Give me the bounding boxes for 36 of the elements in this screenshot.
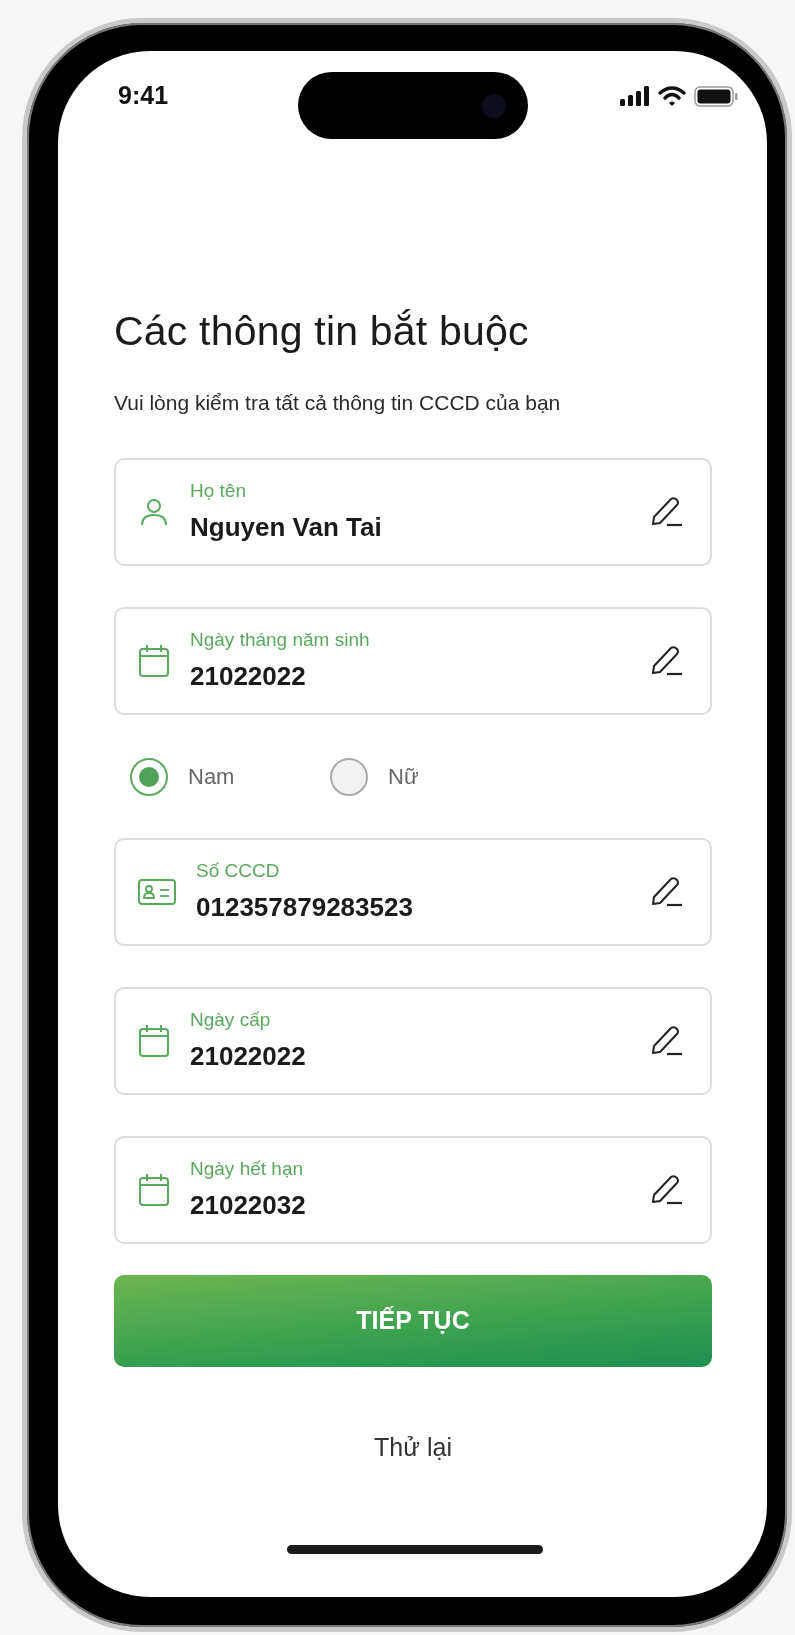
calendar-icon: [138, 644, 170, 678]
edit-icon[interactable]: [650, 645, 684, 677]
info-field[interactable]: Ngày tháng năm sinh 21022022: [114, 607, 712, 715]
field-label: Ngày tháng năm sinh: [190, 628, 370, 653]
retry-link[interactable]: Thử lại: [364, 1425, 462, 1471]
field-value: 21022022: [190, 1039, 306, 1073]
battery-icon: [694, 85, 738, 107]
field-value: 012357879283523: [196, 890, 413, 924]
page-title: Các thông tin bắt buộc: [114, 307, 530, 356]
radio-button[interactable]: [330, 757, 368, 796]
field-label: Họ tên: [190, 479, 246, 504]
info-field[interactable]: Ngày cấp 21022022: [114, 987, 712, 1095]
edit-icon[interactable]: [650, 1025, 684, 1057]
edit-icon[interactable]: [650, 1174, 684, 1206]
field-label: Số CCCD: [196, 859, 280, 884]
field-value: 21022032: [190, 1188, 306, 1222]
info-field[interactable]: Ngày hết hạn 21022032: [114, 1136, 712, 1244]
wifi-icon: [658, 85, 686, 107]
field-label: Ngày hết hạn: [190, 1157, 304, 1182]
edit-icon[interactable]: [650, 496, 684, 528]
radio-button[interactable]: [130, 757, 168, 796]
edit-icon[interactable]: [650, 876, 684, 908]
calendar-icon: [138, 1173, 170, 1207]
page-subtitle: Vui lòng kiểm tra tất cả thông tin CCCD của bạn: [114, 389, 562, 416]
person-icon: [138, 496, 170, 528]
radio-label[interactable]: Nam: [188, 760, 235, 793]
field-value: Nguyen Van Tai: [190, 510, 382, 544]
status-time: 9:41: [118, 80, 169, 112]
id-card-icon: [138, 879, 176, 905]
calendar-icon: [138, 1024, 170, 1058]
info-field[interactable]: Họ tên Nguyen Van Tai: [114, 458, 712, 566]
field-label: Ngày cấp: [190, 1008, 271, 1033]
info-field[interactable]: Số CCCD 012357879283523: [114, 838, 712, 946]
field-value: 21022022: [190, 659, 306, 693]
radio-label[interactable]: Nữ: [388, 760, 419, 793]
signal-icon: [620, 86, 650, 106]
